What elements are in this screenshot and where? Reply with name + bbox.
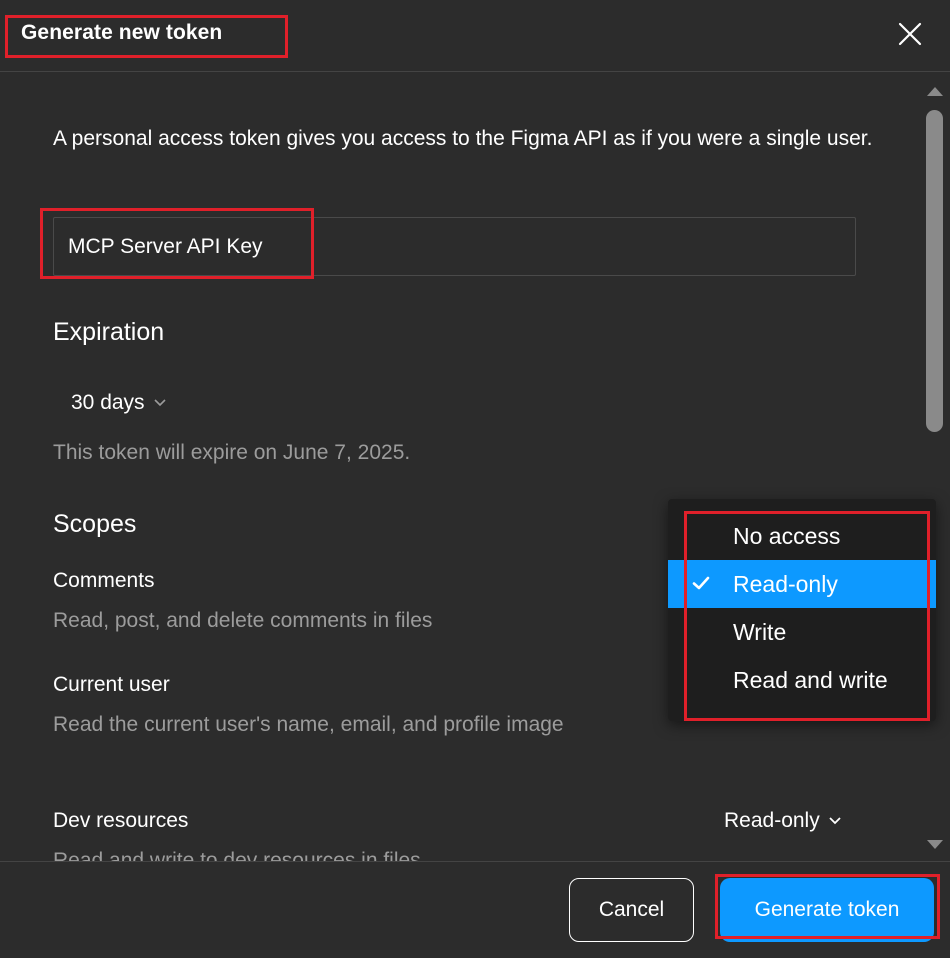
- menu-option-write[interactable]: Write: [668, 608, 936, 656]
- expiration-selected-value: 30 days: [71, 391, 145, 414]
- access-level-menu: No access Read-only Write Read and write: [668, 499, 936, 721]
- close-button[interactable]: [893, 17, 927, 51]
- scroll-up-button[interactable]: [925, 84, 945, 98]
- menu-option-label: No access: [733, 523, 841, 549]
- menu-option-read-and-write[interactable]: Read and write: [668, 656, 936, 704]
- scope-description-current-user: Read the current user's name, email, and…: [53, 713, 564, 736]
- scroll-down-arrow-icon: [927, 840, 943, 849]
- scope-name-current-user: Current user: [53, 673, 170, 696]
- dialog-header: Generate new token: [0, 0, 950, 72]
- dev-resources-access-value: Read-only: [724, 809, 820, 832]
- scopes-heading: Scopes: [53, 510, 137, 538]
- menu-option-read-only[interactable]: Read-only: [668, 560, 936, 608]
- cancel-button[interactable]: Cancel: [569, 878, 694, 942]
- scroll-up-arrow-icon: [927, 87, 943, 96]
- scope-description-comments: Read, post, and delete comments in files: [53, 609, 433, 632]
- token-name-input[interactable]: [53, 217, 856, 276]
- dialog-description: A personal access token gives you access…: [53, 127, 873, 150]
- expiration-heading: Expiration: [53, 318, 165, 346]
- menu-option-label: Write: [733, 619, 787, 645]
- dialog-footer: Cancel Generate token: [0, 861, 950, 958]
- dialog-body: A personal access token gives you access…: [0, 73, 922, 861]
- generate-token-dialog: Generate new token A personal access tok…: [0, 0, 950, 958]
- scrollbar-thumb[interactable]: [926, 110, 943, 432]
- scope-name-comments: Comments: [53, 569, 155, 592]
- menu-option-no-access[interactable]: No access: [668, 512, 936, 560]
- chevron-down-icon: [153, 399, 166, 407]
- scope-description-dev-resources: Read and write to dev resources in files: [53, 849, 421, 861]
- dialog-title: Generate new token: [21, 21, 223, 44]
- dev-resources-access-select[interactable]: Read-only: [724, 809, 842, 833]
- menu-option-label: Read-only: [733, 571, 838, 597]
- expiration-note: This token will expire on June 7, 2025.: [53, 441, 411, 464]
- scroll-down-button[interactable]: [925, 838, 945, 852]
- check-icon: [692, 576, 710, 590]
- expiration-select[interactable]: 30 days: [71, 391, 167, 415]
- scope-name-dev-resources: Dev resources: [53, 809, 189, 832]
- generate-token-button[interactable]: Generate token: [720, 878, 934, 942]
- close-icon: [898, 22, 922, 46]
- menu-option-label: Read and write: [733, 667, 888, 693]
- chevron-down-icon: [829, 817, 841, 825]
